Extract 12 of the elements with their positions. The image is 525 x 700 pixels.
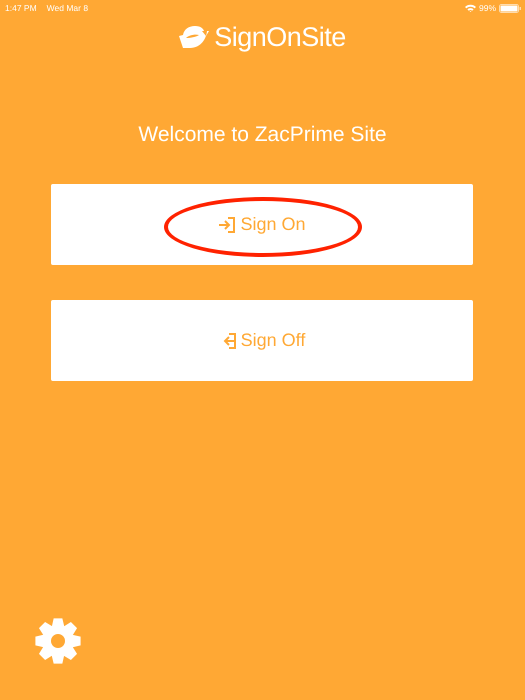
app-logo-text: SignOnSite: [214, 22, 346, 52]
status-date: Wed Mar 8: [46, 3, 88, 13]
enter-arrow-icon: [218, 216, 236, 234]
battery-icon: [499, 4, 521, 12]
welcome-title: Welcome to ZacPrime Site: [137, 122, 388, 148]
status-time: 1:47 PM: [5, 3, 37, 13]
logo-icon: [179, 25, 210, 49]
sign-off-button[interactable]: Sign Off: [51, 300, 473, 381]
battery-percent: 99%: [478, 3, 496, 13]
wifi-icon: [464, 4, 476, 12]
sign-on-button[interactable]: Sign On: [51, 184, 473, 265]
settings-icon[interactable]: [34, 617, 82, 665]
